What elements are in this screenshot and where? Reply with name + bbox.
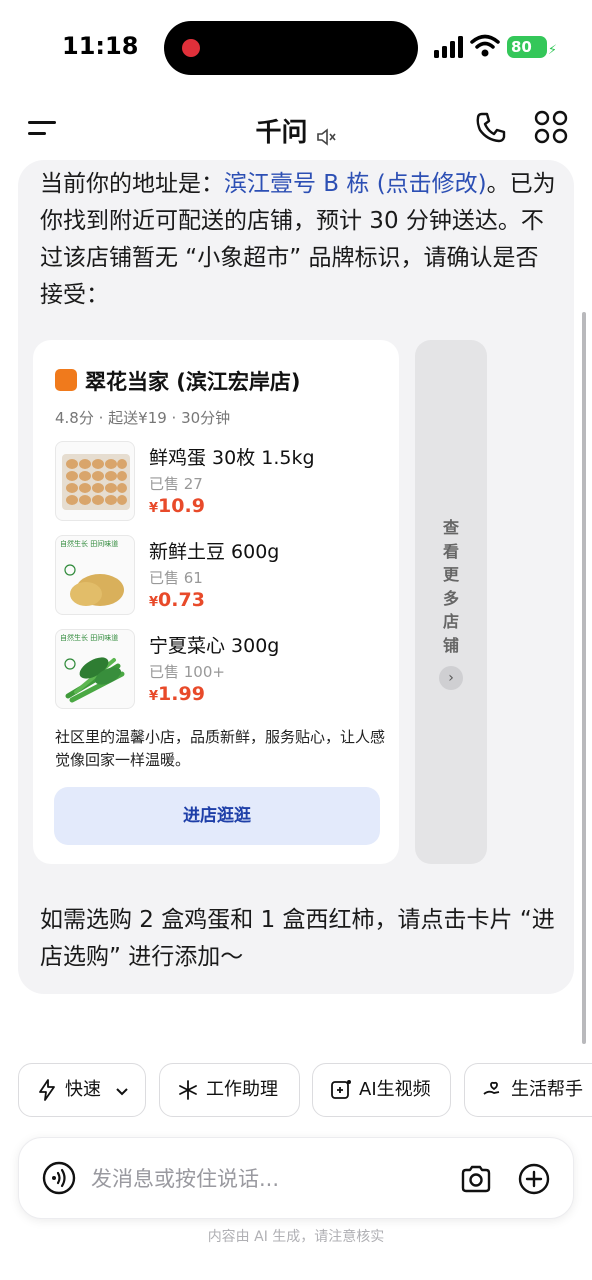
mute-icon[interactable]	[315, 126, 337, 148]
more-stores-label: 查看更多店铺	[442, 518, 459, 655]
app-header: 千问	[0, 96, 592, 166]
product-name: 宁夏菜心 300g	[149, 635, 280, 657]
product-price: ¥0.73	[149, 589, 205, 611]
dynamic-island	[164, 21, 418, 75]
price-value: 1.99	[158, 683, 205, 705]
apps-grid-icon[interactable]	[534, 110, 568, 144]
voice-icon[interactable]	[41, 1160, 77, 1196]
chip-label: 生活帮手	[511, 1079, 583, 1100]
price-value: 10.9	[158, 495, 205, 517]
followup-text: 如需选购 2 盒鸡蛋和 1 盒西红柿，请点击卡片 “进店选购” 进行添加～	[40, 907, 555, 970]
currency-symbol: ¥	[149, 501, 159, 516]
wifi-icon	[470, 34, 500, 57]
hand-heart-icon	[483, 1081, 500, 1095]
product-name: 新鲜土豆 600g	[149, 541, 280, 563]
charging-bolt-icon: ⚡	[547, 43, 557, 58]
lightning-icon	[39, 1079, 55, 1101]
intro-prefix: 当前你的地址是：	[40, 171, 224, 197]
battery-level: 80	[511, 38, 532, 56]
store-name: 翠花当家 (滨江宏岸店)	[85, 370, 301, 394]
product-sold: 已售 27	[149, 475, 203, 493]
chevron-down-icon	[116, 1088, 128, 1096]
currency-symbol: ¥	[149, 595, 159, 610]
potato-image: 自然生长 田间味道	[55, 535, 135, 615]
store-meta: 4.8分 · 起送¥19 · 30分钟	[55, 409, 231, 427]
message-input-bar	[18, 1137, 574, 1219]
scrollbar[interactable]	[582, 312, 586, 1044]
status-bar: 11:18 80 ⚡	[0, 0, 592, 96]
product-item[interactable]: 自然生长 田间味道 宁夏菜心 300g 已售 100+ ¥1.99	[55, 629, 375, 709]
product-tag: 自然生长 田间味道	[60, 540, 119, 548]
message-input[interactable]	[91, 1162, 431, 1196]
address-link[interactable]: 滨江壹号 B 栋 (点击修改)	[224, 171, 487, 197]
phone-icon[interactable]	[474, 110, 508, 144]
eggs-image	[55, 441, 135, 521]
store-card[interactable]: 翠花当家 (滨江宏岸店) 4.8分 · 起送¥19 · 30分钟 鲜鸡蛋 30枚…	[33, 340, 399, 864]
product-name: 鲜鸡蛋 30枚 1.5kg	[149, 447, 315, 469]
store-description: 社区里的温馨小店，品质新鲜，服务贴心，让人感觉像回家一样温暖。	[55, 728, 386, 769]
camera-icon[interactable]	[459, 1162, 493, 1196]
product-price: ¥1.99	[149, 683, 205, 705]
chip-label: AI生视频	[359, 1079, 431, 1100]
chip-label: 工作助理	[206, 1079, 278, 1100]
video-plus-icon	[331, 1080, 351, 1099]
product-item[interactable]: 自然生长 田间味道 新鲜土豆 600g 已售 61 ¥0.73	[55, 535, 375, 615]
product-item[interactable]: 鲜鸡蛋 30枚 1.5kg 已售 27 ¥10.9	[55, 441, 375, 521]
chip-ai-video[interactable]: AI生视频	[312, 1063, 451, 1117]
choy-sum-image: 自然生长 田间味道	[55, 629, 135, 709]
product-price: ¥10.9	[149, 495, 205, 517]
product-sold: 已售 61	[149, 569, 203, 587]
chevron-right-icon[interactable]: ›	[439, 666, 463, 690]
message-intro: 当前你的地址是：滨江壹号 B 栋 (点击修改)。已为你找到附近可配送的店铺，预计…	[40, 166, 560, 314]
more-stores-panel[interactable]: 查看更多店铺 ›	[415, 340, 487, 864]
ai-disclaimer: 内容由 AI 生成，请注意核实	[207, 1229, 385, 1245]
chip-fast[interactable]: 快速	[18, 1063, 146, 1117]
enter-store-button[interactable]: 进店逛逛	[54, 787, 380, 845]
chip-work-assistant[interactable]: 工作助理	[159, 1063, 300, 1117]
cellular-signal-icon	[434, 36, 463, 58]
currency-symbol: ¥	[149, 689, 159, 704]
assistant-message: 当前你的地址是：滨江壹号 B 栋 (点击修改)。已为你找到附近可配送的店铺，预计…	[18, 160, 574, 994]
chip-life-helper[interactable]: 生活帮手	[464, 1063, 592, 1117]
status-time: 11:18	[62, 32, 139, 60]
battery-icon: 80 ⚡	[507, 36, 557, 58]
chip-label: 快速	[65, 1079, 101, 1100]
product-tag: 自然生长 田间味道	[60, 634, 119, 642]
add-icon[interactable]	[517, 1162, 551, 1196]
price-value: 0.73	[158, 589, 205, 611]
sparkle-icon	[179, 1080, 197, 1100]
recording-indicator-icon	[182, 39, 200, 57]
product-sold: 已售 100+	[149, 663, 225, 681]
page-title: 千问	[255, 118, 308, 148]
store-logo-icon	[55, 369, 77, 391]
